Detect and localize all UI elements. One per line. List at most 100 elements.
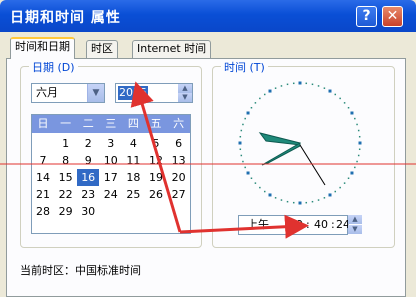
current-timezone-label: 当前时区：中国标准时间 [20, 264, 141, 277]
hours-value[interactable]: 09 [289, 216, 303, 234]
clock-tick [358, 135, 361, 138]
minutes-value[interactable]: 40 [314, 216, 328, 234]
time-field[interactable]: 上午 09 : 40 : 24 [238, 215, 350, 235]
calendar-day[interactable]: 8 [55, 152, 77, 169]
calendar-day[interactable]: 16 [77, 169, 100, 186]
clock-tick [240, 129, 243, 132]
calendar-weekday: 二 [82, 117, 94, 130]
clock-tick [242, 160, 244, 163]
time-spin-up-icon[interactable]: ▲ [348, 215, 362, 224]
calendar-day[interactable]: 5 [145, 135, 167, 152]
spin-down-icon[interactable]: ▼ [178, 93, 192, 102]
calendar-day[interactable]: 10 [100, 152, 122, 169]
calendar-day[interactable]: 29 [55, 203, 77, 220]
clock-tick [350, 171, 354, 175]
clock-tick [356, 160, 358, 163]
calendar-weekday: 一 [60, 117, 72, 130]
clock-tick [339, 97, 341, 100]
time-separator: : [306, 218, 310, 231]
clock-tick [347, 106, 350, 109]
tab-internet-time[interactable]: Internet 时间 [132, 40, 212, 58]
calendar-day[interactable]: 9 [77, 152, 99, 169]
tab-timezone[interactable]: 时区 [86, 40, 118, 58]
clock-tick [246, 111, 250, 115]
clock-tick [259, 186, 261, 189]
calendar-day[interactable]: 24 [100, 186, 122, 203]
clock-tick [323, 87, 326, 89]
clock-tick [328, 89, 332, 93]
clock-tick [292, 201, 295, 204]
calendar-weekday: 日 [37, 117, 49, 130]
clock-tick [244, 117, 246, 120]
clock-tick [323, 197, 326, 199]
calendar-day[interactable]: 13 [168, 152, 190, 169]
calendar-day[interactable]: 4 [122, 135, 144, 152]
calendar-day[interactable]: 14 [32, 169, 54, 186]
clock-tick [311, 200, 314, 203]
calendar-day[interactable]: 25 [122, 186, 144, 203]
year-value: 2015 [118, 86, 148, 100]
calendar-weekday: 六 [173, 117, 185, 130]
clock-tick [286, 83, 289, 86]
chevron-down-icon[interactable]: ▼ [87, 84, 104, 102]
clock-second-hand [299, 144, 326, 186]
ampm-value[interactable]: 上午 [247, 216, 269, 234]
clock-tick [350, 111, 354, 115]
title-bar: 日期和时间 属性 ? ✕ [0, 0, 416, 32]
clock-tick [334, 190, 337, 193]
calendar-day[interactable]: 30 [77, 203, 99, 220]
calendar-weekday: 三 [105, 117, 117, 130]
calendar-day[interactable]: 21 [32, 186, 54, 203]
calendar-day[interactable]: 26 [145, 186, 167, 203]
calendar-day[interactable]: 27 [168, 186, 190, 203]
clock-tick [254, 102, 257, 104]
calendar-day[interactable]: 11 [122, 152, 144, 169]
month-value: 六月 [36, 86, 58, 99]
time-spin-down-icon[interactable]: ▼ [348, 225, 362, 234]
calendar-day[interactable]: 12 [145, 152, 167, 169]
clock-tick [286, 200, 289, 203]
clock-tick [250, 106, 253, 109]
calendar-day[interactable]: 28 [32, 203, 54, 220]
calendar-weekday: 五 [150, 117, 162, 130]
spin-up-icon[interactable]: ▲ [178, 84, 192, 93]
clock-tick [358, 141, 362, 145]
year-spinner[interactable]: 2015 ▲ ▼ [115, 83, 193, 103]
calendar-day[interactable]: 3 [100, 135, 122, 152]
calendar-day[interactable]: 22 [55, 186, 77, 203]
clock-tick [259, 97, 261, 100]
calendar: 日一二三四五六 1 2 3 4 5 6 7 8 9 10 11 12 13 14 15 16 17 18 19 20 2… [31, 114, 191, 234]
clock-tick [347, 177, 350, 180]
clock-tick [246, 171, 250, 175]
clock-tick [274, 87, 277, 89]
help-button[interactable]: ? [356, 6, 377, 27]
calendar-day[interactable]: 2 [77, 135, 99, 152]
close-button[interactable]: ✕ [382, 6, 403, 27]
clock-tick [334, 93, 337, 96]
clock-tick [244, 166, 246, 169]
time-separator: : [331, 218, 335, 231]
calendar-day[interactable]: 19 [145, 169, 167, 186]
calendar-day[interactable]: 15 [55, 169, 77, 186]
clock-tick [242, 123, 244, 126]
clock-tick [254, 182, 257, 184]
clock-hour-hand [258, 132, 301, 146]
calendar-day[interactable]: 6 [168, 135, 190, 152]
clock-tick [268, 193, 272, 197]
clock-tick [328, 193, 332, 197]
calendar-day[interactable]: 17 [100, 169, 122, 186]
month-select[interactable]: 六月 ▼ [31, 83, 105, 103]
tab-date-time[interactable]: 时间和日期 [10, 37, 75, 59]
clock-minute-hand [261, 142, 301, 166]
date-group-title: 日期 (D) [29, 59, 78, 75]
calendar-weekday-header: 日一二三四五六 [32, 115, 190, 133]
clock-tick [239, 148, 242, 151]
calendar-day[interactable]: 7 [32, 152, 54, 169]
calendar-day[interactable]: 23 [77, 186, 99, 203]
clock-tick [354, 166, 356, 169]
calendar-day[interactable]: 18 [122, 169, 144, 186]
window-title: 日期和时间 属性 [10, 10, 121, 26]
calendar-day[interactable]: 20 [168, 169, 190, 186]
clock-tick [240, 154, 243, 157]
calendar-day[interactable]: 1 [55, 135, 77, 152]
